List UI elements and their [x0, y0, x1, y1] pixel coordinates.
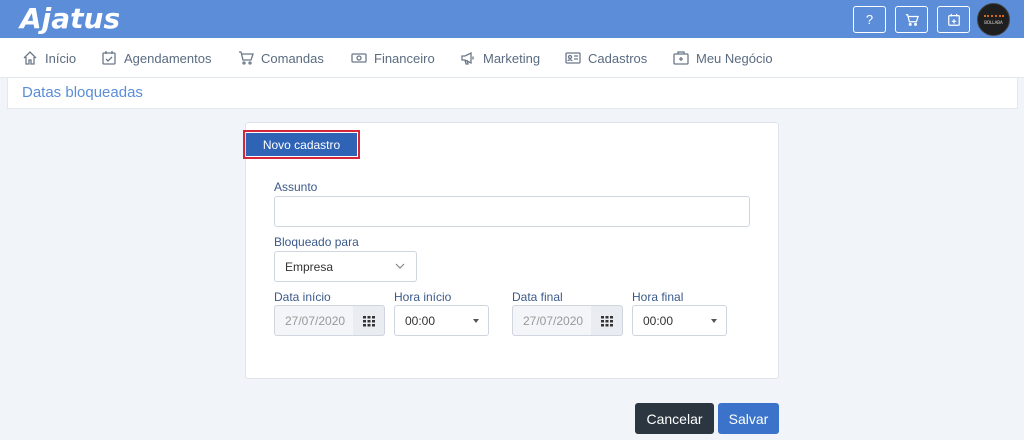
chevron-down-icon	[395, 263, 405, 269]
calendar-grid-icon	[600, 315, 613, 326]
cart-icon	[239, 51, 254, 65]
nav-label: Início	[45, 50, 77, 66]
money-icon	[351, 53, 367, 63]
nav-item-inicio[interactable]: Início	[22, 38, 76, 78]
save-button[interactable]: Salvar	[718, 403, 779, 434]
help-button[interactable]: ?	[853, 6, 886, 33]
hora-final-value: 00:00	[643, 313, 674, 328]
nav-label: Financeiro	[374, 50, 435, 66]
data-inicio-calendar-button[interactable]	[353, 305, 385, 336]
bloqueado-para-label: Bloqueado para	[274, 235, 359, 249]
cancel-button[interactable]: Cancelar	[635, 403, 714, 434]
hora-inicio-select[interactable]: 00:00	[394, 305, 489, 336]
nav-label: Marketing	[483, 50, 541, 66]
id-card-icon	[565, 52, 581, 64]
nav-item-comandas[interactable]: Comandas	[238, 38, 324, 78]
nav-label: Comandas	[261, 50, 324, 66]
data-final-label: Data final	[512, 290, 563, 304]
user-avatar[interactable]: BOLLABA	[977, 3, 1010, 36]
briefcase-icon	[673, 51, 689, 65]
nav-item-cadastros[interactable]: Cadastros	[565, 38, 647, 78]
calendar-plus-icon	[947, 13, 960, 26]
caret-down-icon	[711, 319, 717, 323]
hora-inicio-label: Hora início	[394, 290, 452, 304]
main-nav: Início Agendamentos Comandas Financeiro …	[0, 38, 1024, 78]
assunto-label: Assunto	[274, 180, 318, 194]
caret-down-icon	[473, 319, 479, 323]
bloqueado-para-value: Empresa	[285, 259, 334, 274]
home-icon	[23, 51, 37, 65]
data-inicio-label: Data início	[274, 290, 331, 304]
nav-label: Agendamentos	[124, 50, 212, 66]
calendar-grid-icon	[362, 315, 375, 326]
highlight-box: Novo cadastro	[243, 130, 360, 159]
avatar-logo-mark	[983, 14, 1004, 18]
calendar-check-icon	[102, 51, 116, 65]
nav-item-agendamentos[interactable]: Agendamentos	[101, 38, 211, 78]
data-final-input[interactable]: 27/07/2020	[512, 305, 592, 336]
help-icon: ?	[865, 12, 874, 27]
app-logo[interactable]: Ajatus	[20, 3, 120, 35]
assunto-input[interactable]	[274, 196, 750, 227]
hora-final-label: Hora final	[632, 290, 684, 304]
hora-inicio-value: 00:00	[405, 313, 436, 328]
avatar-text: BOLLABA	[984, 19, 1003, 25]
top-bar: Ajatus ? BOLLABA	[0, 0, 1024, 38]
novo-cadastro-button[interactable]: Novo cadastro	[246, 133, 357, 156]
data-final-calendar-button[interactable]	[591, 305, 623, 336]
bloqueado-para-select[interactable]: Empresa	[274, 251, 417, 282]
form-card: Novo cadastro Assunto Bloqueado para Emp…	[243, 122, 779, 379]
calendar-add-button[interactable]	[937, 6, 970, 33]
cart-button[interactable]	[895, 6, 928, 33]
megaphone-icon	[461, 51, 474, 65]
page-title: Datas bloqueadas	[22, 84, 143, 101]
cart-icon	[905, 13, 919, 26]
nav-item-marketing[interactable]: Marketing	[460, 38, 540, 78]
nav-label: Cadastros	[588, 50, 648, 66]
data-inicio-input[interactable]: 27/07/2020	[274, 305, 354, 336]
nav-item-meu-negocio[interactable]: Meu Negócio	[673, 38, 773, 78]
page-header: Datas bloqueadas	[7, 78, 1018, 109]
nav-item-financeiro[interactable]: Financeiro	[351, 38, 435, 78]
hora-final-select[interactable]: 00:00	[632, 305, 727, 336]
nav-label: Meu Negócio	[696, 50, 773, 66]
